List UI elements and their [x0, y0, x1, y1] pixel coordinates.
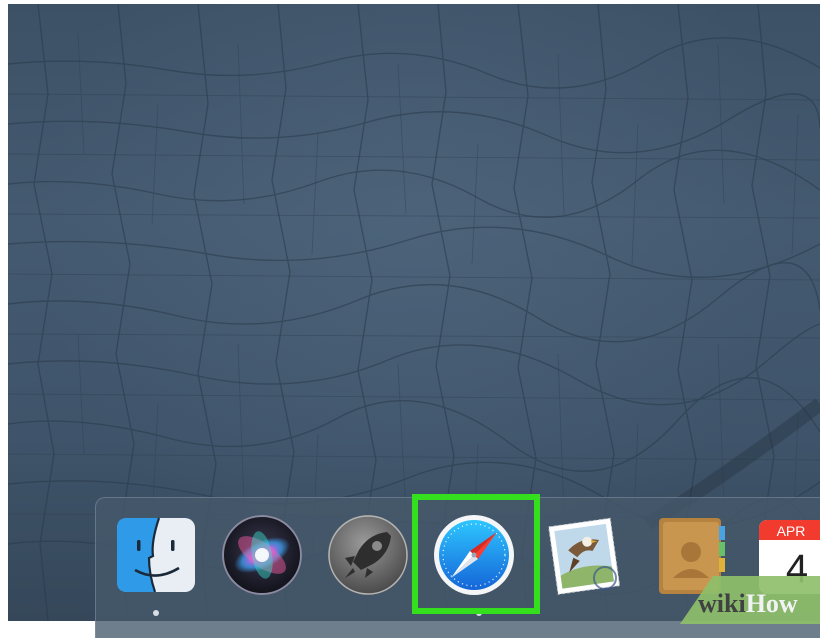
- finder-icon: [117, 517, 195, 593]
- finder-running-indicator: [153, 610, 159, 616]
- dock-item-launchpad[interactable]: [325, 512, 411, 598]
- safari-highlight-box: [412, 494, 540, 614]
- dock-item-siri[interactable]: [219, 512, 305, 598]
- calendar-month-label: APR: [777, 523, 806, 539]
- dock-item-mail[interactable]: [543, 512, 629, 598]
- siri-icon: [222, 515, 302, 595]
- launchpad-rocket-icon: [328, 515, 408, 595]
- svg-text:wikiHow: wikiHow: [698, 589, 798, 618]
- dock-item-finder[interactable]: [113, 512, 199, 598]
- watermark-wiki-text: wiki: [698, 589, 746, 618]
- watermark-how-text: How: [746, 589, 798, 618]
- mail-stamp-icon: [548, 517, 621, 595]
